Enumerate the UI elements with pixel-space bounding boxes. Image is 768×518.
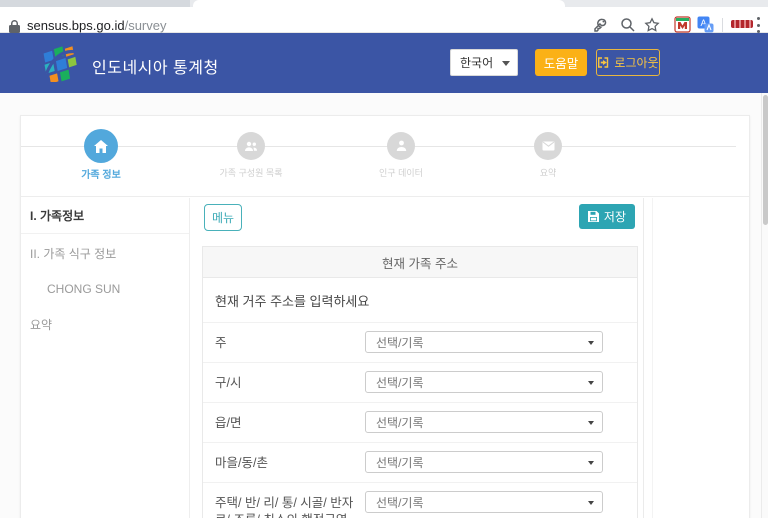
url-path: /survey bbox=[125, 18, 167, 33]
page-scrollbar[interactable] bbox=[761, 93, 768, 518]
step-population-data[interactable] bbox=[387, 132, 415, 160]
field-label-district-city: 구/시 bbox=[215, 371, 363, 396]
browser-toolbar: sensus.bps.go.id/survey A bbox=[0, 7, 768, 33]
save-button[interactable]: 저장 bbox=[579, 204, 635, 229]
translate-icon[interactable]: A bbox=[697, 16, 713, 32]
village-select-value: 선택/기록 bbox=[376, 454, 424, 471]
save-icon bbox=[588, 211, 599, 222]
browser-tab-active[interactable] bbox=[193, 0, 565, 7]
step-summary[interactable] bbox=[534, 132, 562, 160]
panel-title: 현재 가족 주소 bbox=[203, 247, 637, 278]
sidebar-item-family-household[interactable]: II. 가족 식구 정보 bbox=[21, 236, 189, 271]
logout-icon bbox=[597, 57, 609, 68]
step-label-family-members[interactable]: 가족 구성원 목록 bbox=[220, 166, 283, 179]
district-city-select[interactable]: 선택/기록 bbox=[365, 371, 603, 393]
extension-red-icon[interactable] bbox=[674, 16, 690, 32]
bookmark-star-icon[interactable] bbox=[644, 17, 660, 33]
help-button[interactable]: 도움말 bbox=[535, 49, 587, 76]
content-card: 가족 정보 가족 구성원 목록 인구 데이터 요약 I. bbox=[20, 115, 750, 518]
step-family-members[interactable] bbox=[237, 132, 265, 160]
sidebar: I. 가족정보 II. 가족 식구 정보 CHONG SUN 요약 bbox=[21, 198, 190, 518]
app-title: 인도네시아 통계청 bbox=[92, 54, 219, 78]
save-button-label: 저장 bbox=[604, 208, 626, 225]
address-panel: 현재 가족 주소 현재 거주 주소를 입력하세요 주 선택/기록 구/시 선택/… bbox=[202, 246, 638, 518]
subdistrict-select[interactable]: 선택/기록 bbox=[365, 411, 603, 433]
logout-button-label: 로그아웃 bbox=[614, 54, 658, 71]
sidebar-item-chong-sun[interactable]: CHONG SUN bbox=[21, 273, 189, 305]
district-city-select-value: 선택/기록 bbox=[376, 374, 424, 391]
main-content-edge-shadow bbox=[652, 198, 653, 518]
url-bar[interactable]: sensus.bps.go.id/survey bbox=[27, 18, 166, 33]
field-label-subdistrict: 읍/면 bbox=[215, 411, 363, 436]
sidebar-item-family-info[interactable]: I. 가족정보 bbox=[21, 198, 189, 234]
browser-tab-inactive[interactable] bbox=[0, 0, 190, 7]
field-label-province: 주 bbox=[215, 331, 363, 356]
form-row-subdistrict: 읍/면 선택/기록 bbox=[203, 402, 637, 442]
logout-button[interactable]: 로그아웃 bbox=[596, 49, 660, 76]
form-row-district-city: 구/시 선택/기록 bbox=[203, 362, 637, 402]
province-select[interactable]: 선택/기록 bbox=[365, 331, 603, 353]
main-content: 메뉴 저장 현재 가족 주소 현재 거주 주소를 입력하세요 주 선택/기록 bbox=[191, 198, 644, 518]
menu-dots-icon[interactable] bbox=[756, 17, 760, 33]
wizard-stepper: 가족 정보 가족 구성원 목록 인구 데이터 요약 bbox=[21, 116, 749, 197]
smallest-admin-unit-select[interactable]: 선택/기록 bbox=[365, 491, 603, 513]
sidebar-item-summary[interactable]: 요약 bbox=[21, 307, 189, 342]
chevron-down-icon bbox=[588, 421, 594, 425]
chevron-down-icon bbox=[588, 381, 594, 385]
form-row-village: 마을/동/촌 선택/기록 bbox=[203, 442, 637, 482]
form-row-smallest-admin-unit: 주택/ 반/ 리/ 통/ 시골/ 반자르/ 조롱/ 최소의 행정구역(여기에서 … bbox=[203, 482, 637, 518]
field-label-smallest-admin-unit: 주택/ 반/ 리/ 통/ 시골/ 반자르/ 조롱/ 최소의 행정구역(여기에서 bbox=[215, 491, 363, 518]
menu-button[interactable]: 메뉴 bbox=[204, 204, 242, 231]
province-select-value: 선택/기록 bbox=[376, 334, 424, 351]
subdistrict-select-value: 선택/기록 bbox=[376, 414, 424, 431]
toolbar-separator bbox=[722, 18, 723, 32]
user-icon bbox=[396, 140, 407, 152]
form-row-province: 주 선택/기록 bbox=[203, 322, 637, 362]
chevron-down-icon bbox=[502, 61, 510, 66]
step-label-population-data[interactable]: 인구 데이터 bbox=[379, 166, 423, 179]
language-select[interactable]: 한국어 bbox=[450, 49, 518, 76]
extension-wordmark-icon[interactable] bbox=[731, 20, 753, 28]
page-scrollbar-thumb[interactable] bbox=[763, 95, 768, 225]
zoom-icon[interactable] bbox=[620, 17, 636, 33]
language-selected-value: 한국어 bbox=[460, 54, 493, 71]
step-label-family-info[interactable]: 가족 정보 bbox=[81, 166, 121, 181]
key-icon[interactable] bbox=[592, 17, 608, 33]
users-icon bbox=[244, 141, 258, 152]
village-select[interactable]: 선택/기록 bbox=[365, 451, 603, 473]
chevron-down-icon bbox=[588, 461, 594, 465]
browser-tab-strip bbox=[0, 0, 768, 7]
lock-icon bbox=[9, 20, 20, 33]
screen: sensus.bps.go.id/survey A bbox=[0, 0, 768, 518]
bps-logo bbox=[42, 44, 84, 82]
field-label-village: 마을/동/촌 bbox=[215, 451, 363, 476]
help-button-label: 도움말 bbox=[544, 53, 579, 72]
chevron-down-icon bbox=[588, 501, 594, 505]
chevron-down-icon bbox=[588, 341, 594, 345]
menu-button-label: 메뉴 bbox=[212, 209, 234, 226]
url-host: sensus.bps.go.id bbox=[27, 18, 125, 33]
step-family-info[interactable] bbox=[84, 129, 118, 163]
home-icon bbox=[93, 139, 109, 154]
smallest-admin-unit-select-value: 선택/기록 bbox=[376, 494, 424, 511]
address-instruction: 현재 거주 주소를 입력하세요 bbox=[203, 278, 637, 322]
app-header: 인도네시아 통계청 한국어 도움말 로그아웃 bbox=[0, 33, 768, 93]
stepper-connector bbox=[21, 146, 736, 147]
step-label-summary[interactable]: 요약 bbox=[540, 166, 557, 179]
envelope-icon bbox=[542, 141, 555, 151]
